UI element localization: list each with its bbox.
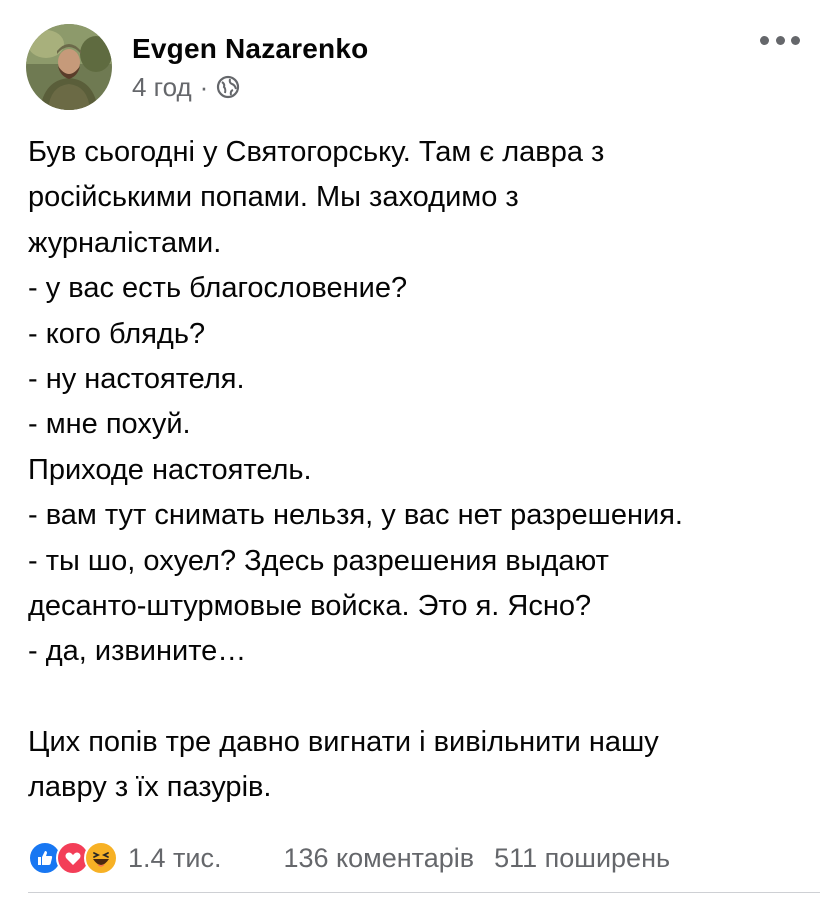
globe-icon[interactable]	[216, 75, 240, 99]
post-text-line: російськими попами. Мы заходимо з	[28, 181, 519, 214]
more-options-icon[interactable]	[760, 30, 800, 50]
post-footer: 1.4 тис. 136 коментарів 511 поширень	[28, 838, 818, 878]
post-text-line: - ну настоятеля.	[28, 362, 245, 395]
more-dot	[775, 35, 785, 45]
post-text-line: Був сьогодні у Святогорську. Там є лавра…	[28, 136, 605, 168]
post-text-line: Цих попів тре давно вигнати і вивільнити…	[28, 726, 659, 759]
author-name[interactable]: Evgen Nazarenko	[132, 32, 368, 66]
facebook-post: Evgen Nazarenko 4 год · Був сьогодні у С…	[0, 0, 830, 900]
comments-count[interactable]: 136 коментарів	[284, 843, 475, 874]
post-text-line: - да, извините…	[28, 635, 247, 668]
post-text-line: - мне похуй.	[28, 408, 191, 441]
post-text-line: Приходе настоятель.	[28, 453, 312, 486]
avatar[interactable]	[26, 24, 112, 110]
post-text-line: - кого блядь?	[28, 317, 206, 350]
post-header: Evgen Nazarenko 4 год ·	[26, 22, 368, 112]
shares-count[interactable]: 511 поширень	[494, 843, 670, 874]
reactions-summary[interactable]: 1.4 тис.	[28, 841, 222, 875]
more-dot	[760, 35, 769, 45]
separator-dot: ·	[199, 72, 209, 102]
haha-icon	[84, 841, 118, 875]
post-text-line: - вам тут снимать нельзя, у вас нет разр…	[28, 499, 683, 532]
post-text: Був сьогодні у Святогорську. Там є лавра…	[28, 130, 808, 811]
post-meta: Evgen Nazarenko 4 год ·	[132, 32, 368, 102]
post-text-line: - ты шо, охуел? Здесь разрешения выдают	[28, 544, 609, 577]
post-text-line: - у вас есть благословение?	[28, 272, 408, 305]
post-time[interactable]: 4 год	[132, 72, 192, 102]
post-text-line: журналістами.	[28, 226, 222, 259]
reaction-count: 1.4 тис.	[128, 842, 222, 873]
post-text-line: десанто-штурмовые войска. Это я. Ясно?	[28, 589, 592, 622]
post-subline: 4 год ·	[132, 72, 368, 102]
divider	[28, 892, 820, 893]
post-text-line: лавру з їх пазурів.	[28, 771, 272, 804]
more-dot	[791, 35, 800, 45]
